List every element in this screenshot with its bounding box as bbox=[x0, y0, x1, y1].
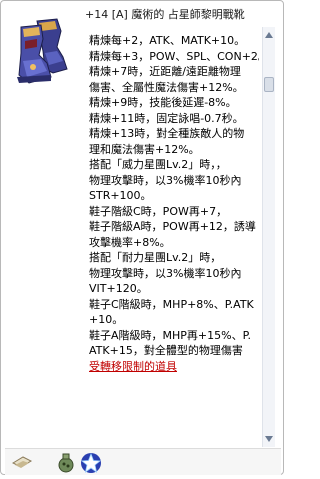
description-line: 物理攻擊時，以3%機率10秒內 bbox=[89, 173, 242, 187]
description-line: 攻擊機率+8%。 bbox=[89, 235, 171, 249]
item-tooltip-window: +14 [A] 魔術的 占星師黎明戰靴 精煉每+2，ATK、MATK+10。 精煉… bbox=[0, 0, 284, 475]
description-line: 鞋子階級A時，POW再+12，誘導 bbox=[89, 220, 256, 233]
description-line: 精煉每+3，POW、SPL、CON+2。 bbox=[89, 49, 259, 63]
description-line: 搭配「威力星團Lv.2」時，， bbox=[89, 158, 227, 171]
description-line: STR+100。 bbox=[89, 189, 152, 202]
arrow-down-icon[interactable] bbox=[263, 433, 275, 445]
description-line: ATK+15，對全體型的物理傷害 bbox=[89, 344, 243, 357]
description-line: 鞋子A階級時，MHP再+15%、P. bbox=[89, 328, 252, 342]
description-line: 精煉每+2，ATK、MATK+10。 bbox=[89, 34, 246, 47]
description-line: 傷害、全屬性魔法傷害+12%。 bbox=[89, 80, 244, 94]
description-line: 搭配「耐力星團Lv.2」時， bbox=[89, 251, 222, 264]
description-line: 鞋子C階級時，MHP+8%、P.ATK bbox=[89, 297, 254, 311]
description-line: VIT+120。 bbox=[89, 282, 148, 295]
star-icon[interactable] bbox=[79, 451, 102, 473]
description-line: 鞋子階級C時，POW再+7， bbox=[89, 204, 228, 218]
scrollbar[interactable] bbox=[262, 27, 275, 447]
description-line: 精煉+13時，對全種族敵人的物 bbox=[89, 127, 245, 140]
description-line: +10。 bbox=[89, 313, 124, 326]
bag-icon[interactable] bbox=[55, 451, 77, 473]
item-title: +14 [A] 魔術的 占星師黎明戰靴 bbox=[85, 8, 245, 21]
description-line: 精煉+9時，技能後延遲-8%。 bbox=[89, 96, 237, 109]
arrow-up-icon[interactable] bbox=[263, 29, 275, 41]
item-action-bar bbox=[5, 448, 281, 475]
card-slot-icon[interactable] bbox=[11, 451, 33, 473]
boots-icon bbox=[7, 17, 79, 87]
description-line: 精煉+7時，近距離/遠距離物理 bbox=[89, 65, 241, 78]
description-line: 理和魔法傷害+12%。 bbox=[89, 142, 200, 156]
scrollbar-thumb[interactable] bbox=[264, 77, 274, 92]
description-line: 受轉移限制的道具 bbox=[89, 359, 177, 373]
description-line: 精煉+11時，固定詠唱-0.7秒。 bbox=[89, 111, 244, 125]
item-description: 精煉每+2，ATK、MATK+10。 精煉每+3，POW、SPL、CON+2。 精煉… bbox=[89, 33, 259, 435]
description-line: 物理攻擊時，以3%機率10秒內 bbox=[89, 266, 242, 280]
